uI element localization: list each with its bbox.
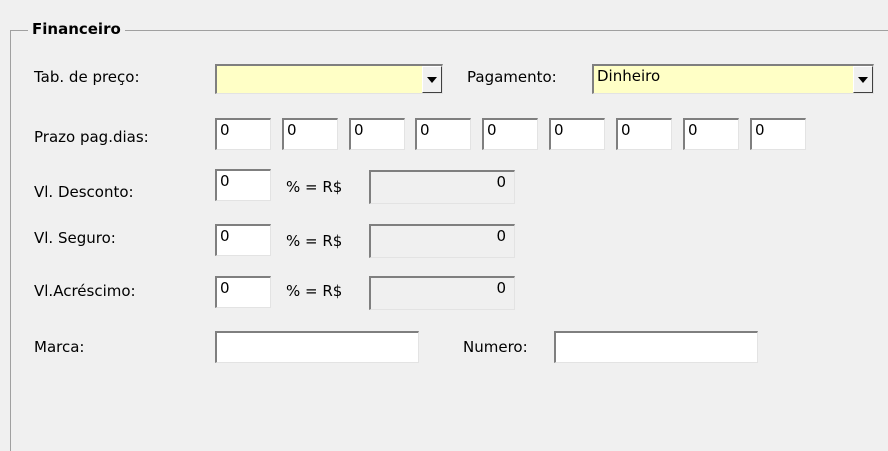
prazo-field-7[interactable]: 0 bbox=[616, 118, 672, 150]
chevron-down-icon[interactable] bbox=[853, 66, 873, 93]
seguro-percent-field[interactable]: 0 bbox=[215, 224, 271, 256]
tab-preco-select[interactable] bbox=[215, 64, 443, 94]
group-title: Financeiro bbox=[28, 20, 125, 38]
desconto-eq-label: % = R$ bbox=[286, 178, 343, 196]
prazo-field-9[interactable]: 0 bbox=[750, 118, 806, 150]
tab-preco-label: Tab. de preço: bbox=[34, 68, 140, 86]
prazo-field-4[interactable]: 0 bbox=[415, 118, 471, 150]
prazo-field-6[interactable]: 0 bbox=[549, 118, 605, 150]
seguro-label: Vl. Seguro: bbox=[34, 229, 116, 247]
marca-field[interactable] bbox=[215, 331, 419, 363]
seguro-eq-label: % = R$ bbox=[286, 232, 343, 250]
acrescimo-eq-label: % = R$ bbox=[286, 282, 343, 300]
numero-label: Numero: bbox=[463, 338, 528, 356]
prazo-field-5[interactable]: 0 bbox=[482, 118, 538, 150]
acrescimo-percent-field[interactable]: 0 bbox=[215, 276, 271, 308]
pagamento-select[interactable]: Dinheiro bbox=[592, 64, 874, 94]
marca-label: Marca: bbox=[34, 338, 85, 356]
prazo-field-8[interactable]: 0 bbox=[683, 118, 739, 150]
prazo-field-3[interactable]: 0 bbox=[349, 118, 405, 150]
pagamento-value: Dinheiro bbox=[597, 67, 661, 85]
prazo-field-1[interactable]: 0 bbox=[215, 118, 271, 150]
desconto-amount-field: 0 bbox=[369, 170, 515, 204]
acrescimo-amount-field: 0 bbox=[369, 276, 515, 310]
prazo-field-2[interactable]: 0 bbox=[282, 118, 338, 150]
acrescimo-label: Vl.Acréscimo: bbox=[34, 282, 136, 300]
desconto-percent-field[interactable]: 0 bbox=[215, 169, 271, 201]
numero-field[interactable] bbox=[554, 331, 758, 363]
seguro-amount-field: 0 bbox=[369, 224, 515, 258]
chevron-down-icon[interactable] bbox=[422, 66, 442, 93]
desconto-label: Vl. Desconto: bbox=[34, 183, 134, 201]
prazo-label: Prazo pag.dias: bbox=[34, 128, 149, 146]
pagamento-label: Pagamento: bbox=[467, 68, 557, 86]
